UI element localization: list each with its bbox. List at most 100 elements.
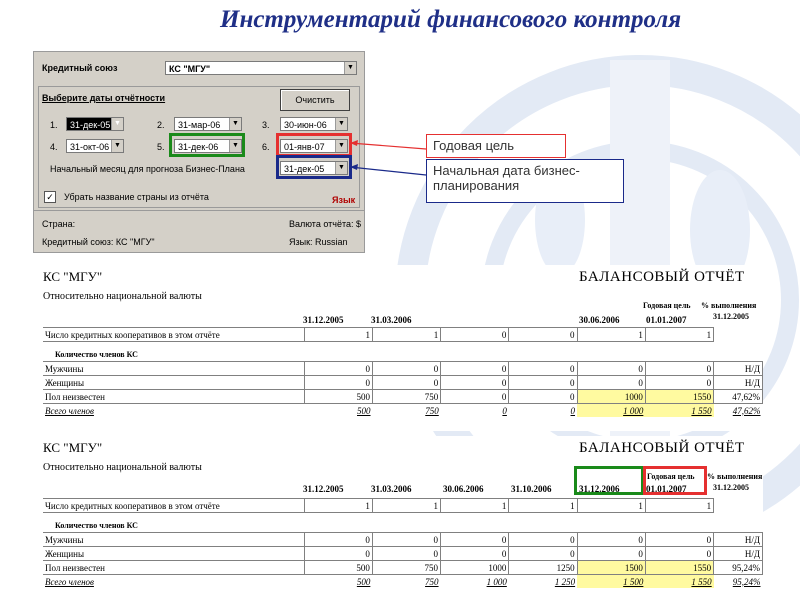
section-label: Количество членов КС <box>55 521 138 530</box>
table-cell: 0 <box>440 327 510 342</box>
column-date: 31.03.2006 <box>371 484 412 494</box>
members-table: Число кредитных кооперативов в этом отчё… <box>43 498 763 588</box>
table-cell: 1 550 <box>645 574 714 588</box>
table-cell: 0 <box>372 361 442 376</box>
table-row: Мужчины 0 0 0 0 0 0 Н/Д <box>43 361 763 376</box>
header-pct-date: 31.12.2005 <box>713 312 749 321</box>
table-cell: 0 <box>371 532 442 547</box>
table-cell: 1550 <box>644 389 715 404</box>
table-cell: 1250 <box>508 560 578 575</box>
table-cell: 1 <box>576 327 646 342</box>
table-cell: 0 <box>576 546 646 561</box>
table-cell: 0 <box>508 532 578 547</box>
table-cell: 750 <box>425 576 439 587</box>
table-cell: 1500 <box>576 560 646 575</box>
table-cell: 1 <box>372 327 442 342</box>
table-cell: 0 <box>440 546 510 561</box>
report-subtitle: Относительно национальной валюты <box>43 462 202 473</box>
column-date: 01.01.2007 <box>646 315 687 325</box>
column-date: 31.12.2005 <box>303 484 344 494</box>
row-label: Женщины <box>43 375 305 390</box>
table-cell: 0 <box>576 532 646 547</box>
table-row: Пол неизвестен 500 750 1000 1250 1500 15… <box>43 560 763 575</box>
table-cell: 0 <box>644 361 715 376</box>
table-cell: 1 <box>508 498 578 513</box>
table-row: Женщины 0 0 0 0 0 0 Н/Д <box>43 546 763 561</box>
section-label: Количество членов КС <box>55 350 138 359</box>
table-row: Мужчины 0 0 0 0 0 0 Н/Д <box>43 532 763 547</box>
row-label: Мужчины <box>43 361 305 376</box>
table-row: Число кредитных кооперативов в этом отчё… <box>43 327 763 342</box>
balance-report-2: КС "МГУ" БАЛАНСОВЫЙ ОТЧЁТ Относительно н… <box>37 436 763 600</box>
table-cell: 1 <box>644 498 715 513</box>
table-cell: 0 <box>508 327 578 342</box>
table-cell: 1 <box>440 498 510 513</box>
table-cell: 750 <box>425 405 439 416</box>
report-title: БАЛАНСОВЫЙ ОТЧЁТ <box>579 269 745 285</box>
table-cell: 0 <box>303 361 374 376</box>
table-cell: 1 <box>303 327 374 342</box>
table-cell: 1 500 <box>577 574 646 588</box>
table-cell: Н/Д <box>713 546 763 561</box>
table-cell: Н/Д <box>713 361 763 376</box>
row-label: Всего членов <box>45 576 94 587</box>
table-cell: 500 <box>356 576 371 587</box>
section-row: Количество членов КС <box>43 519 763 533</box>
row-label: Пол неизвестен <box>43 560 305 575</box>
header-pct: % выполнения <box>701 301 757 310</box>
row-label: Пол неизвестен <box>43 389 305 404</box>
column-date: 31.12.2005 <box>303 315 344 325</box>
callout-goal: Годовая цель <box>426 134 566 158</box>
row-label: Мужчины <box>43 532 305 547</box>
table-cell: 1 000 <box>577 403 646 417</box>
table-cell: 0 <box>303 375 374 390</box>
table-cell <box>714 328 763 342</box>
column-date: 30.06.2006 <box>443 484 484 494</box>
table-cell <box>714 499 763 513</box>
table-cell: 750 <box>372 389 442 404</box>
table-cell: 750 <box>371 560 442 575</box>
table-cell: 47,62% <box>732 405 761 416</box>
table-cell: 0 <box>508 361 578 376</box>
table-cell: 1 <box>644 327 715 342</box>
table-cell: Н/Д <box>713 375 763 390</box>
table-row: Пол неизвестен 500 750 0 0 1000 1550 47,… <box>43 389 763 404</box>
table-cell: 95,24% <box>713 560 763 575</box>
callout-plan-start: Начальная дата бизнес-планирования <box>426 159 624 203</box>
table-cell: 0 <box>570 405 576 416</box>
highlight-red-box <box>643 466 707 495</box>
header-pct-date: 31.12.2005 <box>713 483 749 492</box>
total-row: Всего членов 500 750 1 000 1 250 1 500 1… <box>43 574 763 588</box>
table-cell: 1 000 <box>486 576 507 587</box>
table-cell: 500 <box>357 405 371 416</box>
table-cell: 0 <box>508 375 578 390</box>
table-cell: 0 <box>440 389 510 404</box>
report-subtitle: Относительно национальной валюты <box>43 291 202 302</box>
table-cell: 1 <box>303 498 373 513</box>
table-cell: 0 <box>508 389 578 404</box>
row-label: Женщины <box>43 546 305 561</box>
members-table: Число кредитных кооперативов в этом отчё… <box>43 327 763 417</box>
balance-report-1: КС "МГУ" БАЛАНСОВЫЙ ОТЧЁТ Относительно н… <box>37 265 763 431</box>
table-cell: Н/Д <box>713 532 763 547</box>
report-union-name: КС "МГУ" <box>43 269 103 284</box>
section-row: Количество членов КС <box>43 348 763 362</box>
table-cell: 0 <box>576 361 646 376</box>
table-cell: 1000 <box>576 389 646 404</box>
total-row: Всего членов 500 750 0 0 1 000 1 550 47,… <box>43 403 763 417</box>
table-cell: 0 <box>440 375 510 390</box>
table-cell: 500 <box>303 560 373 575</box>
report-title: БАЛАНСОВЫЙ ОТЧЁТ <box>579 440 745 456</box>
row-label: Число кредитных кооперативов в этом отчё… <box>43 327 305 342</box>
column-date: 30.06.2006 <box>579 315 620 325</box>
table-cell: 1 250 <box>554 576 576 587</box>
table-cell: 1550 <box>644 560 715 575</box>
column-date: 31.03.2006 <box>371 315 412 325</box>
table-cell: 1 <box>371 498 442 513</box>
table-cell: 0 <box>508 546 578 561</box>
table-cell: 0 <box>303 532 373 547</box>
table-cell: 0 <box>576 375 646 390</box>
table-cell: 0 <box>644 375 715 390</box>
table-cell: 0 <box>440 361 510 376</box>
row-label: Всего членов <box>45 405 94 416</box>
